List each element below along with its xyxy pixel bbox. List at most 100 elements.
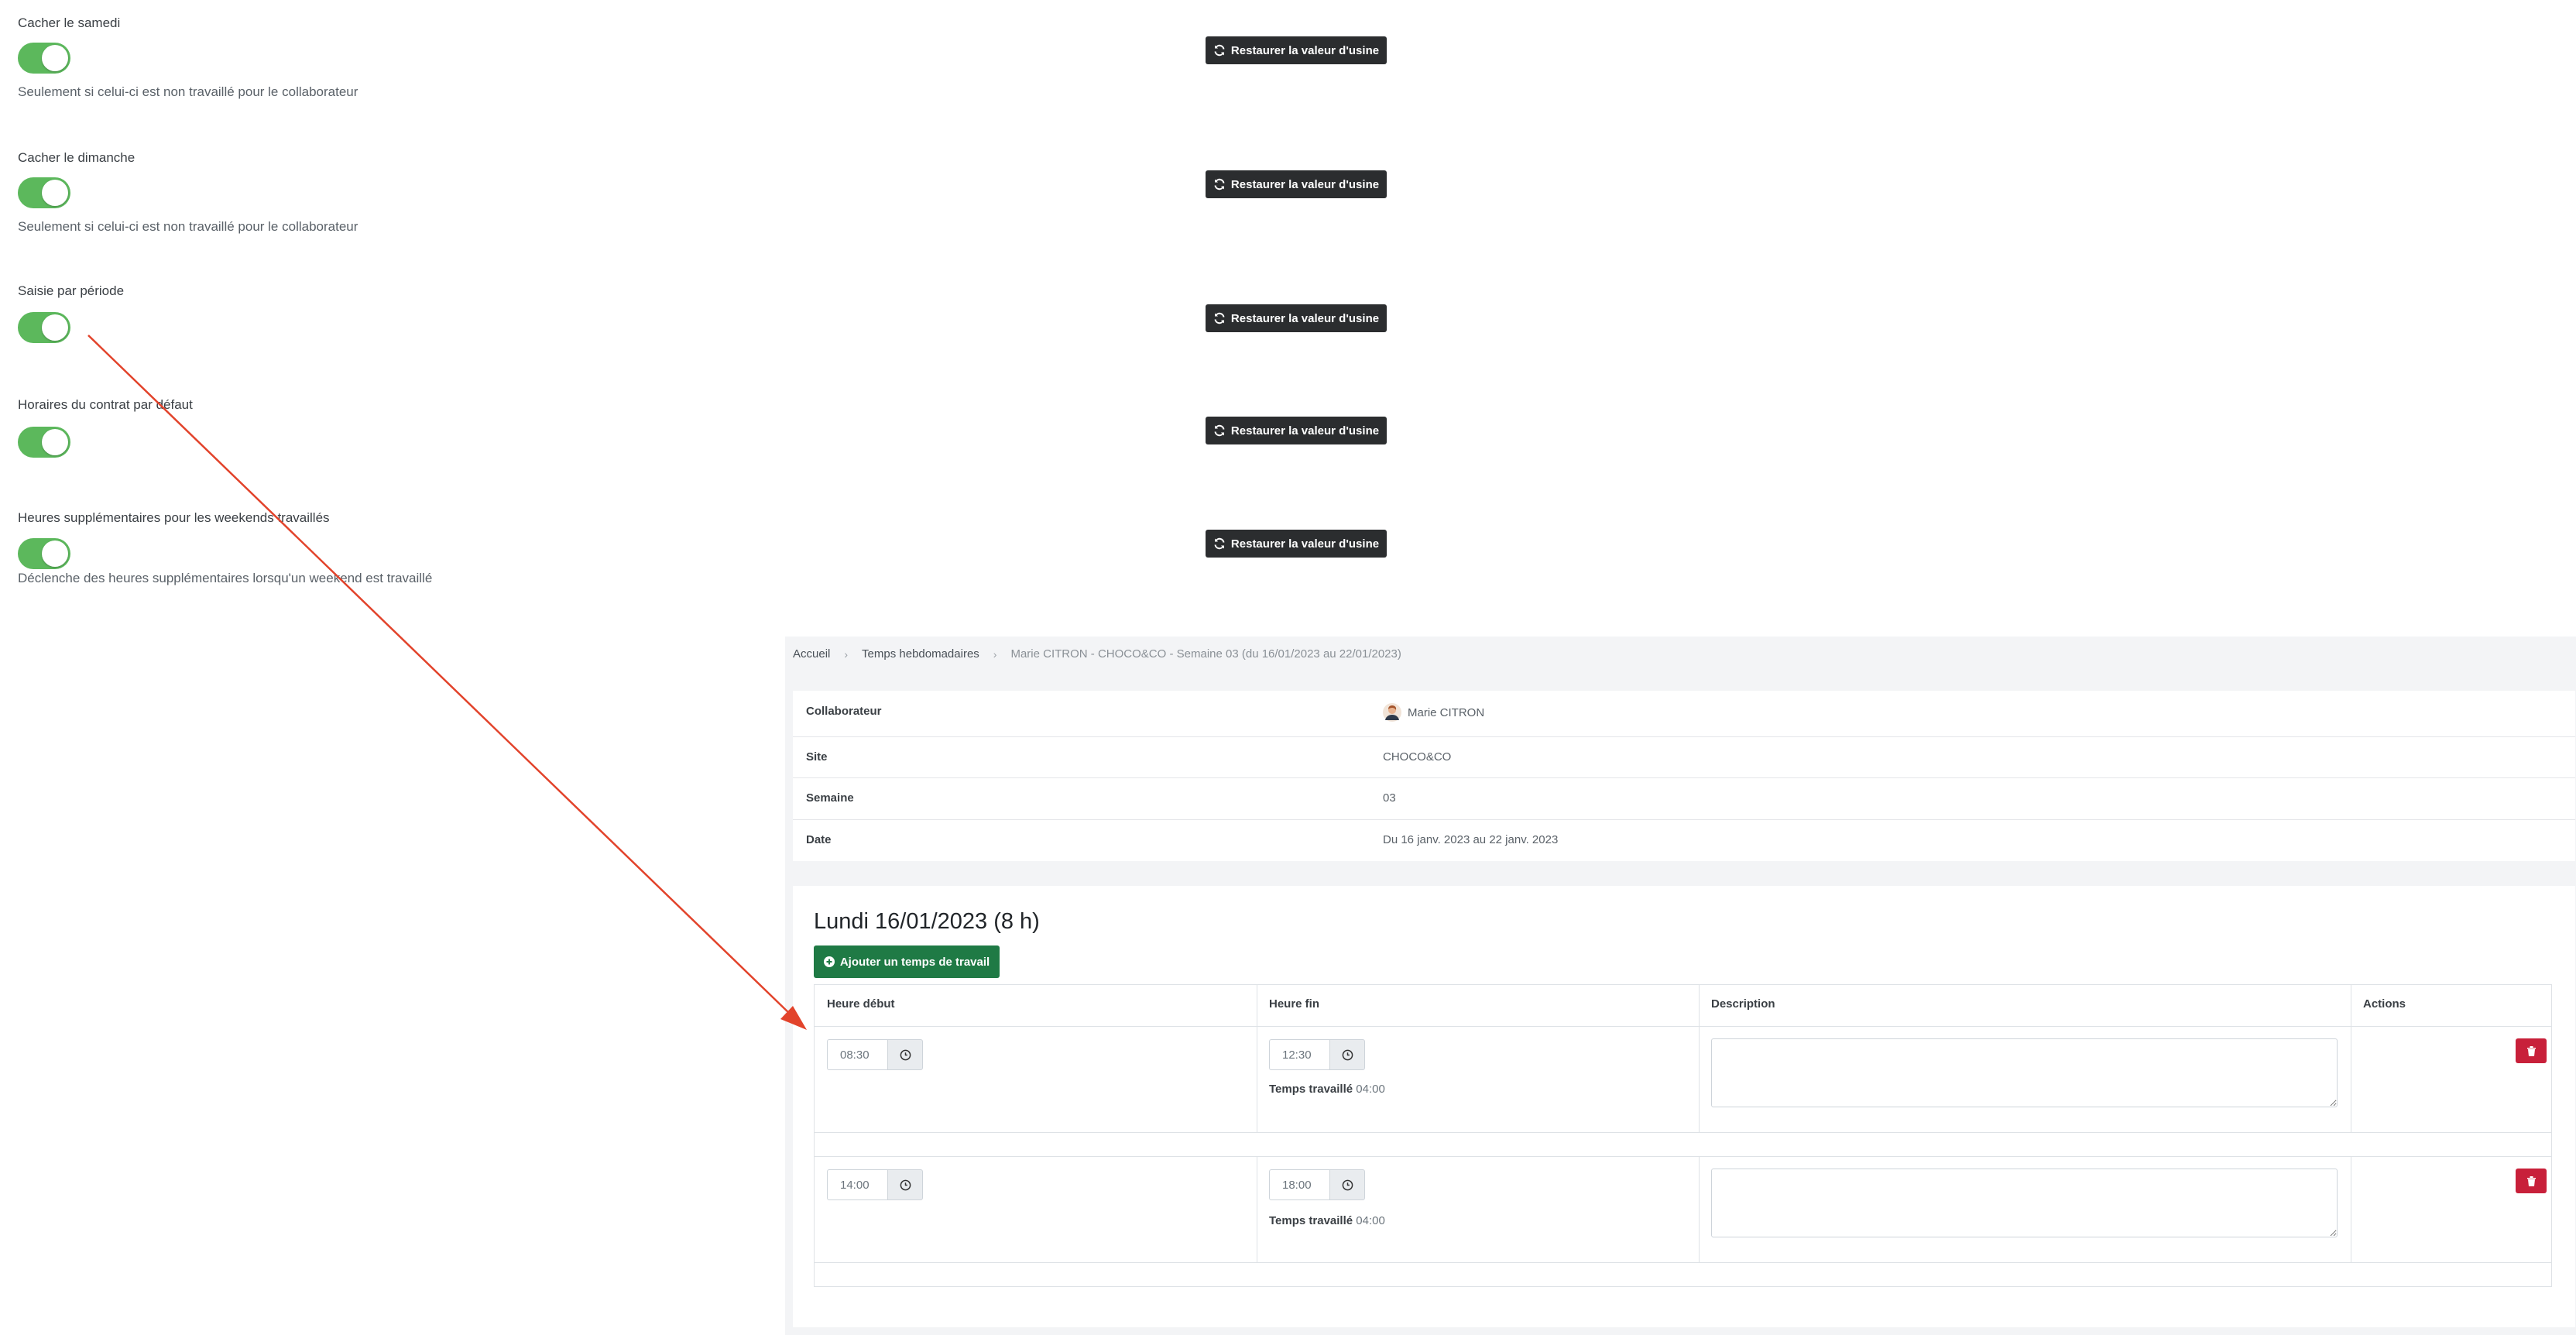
restore-label: Restaurer la valeur d'usine	[1230, 537, 1380, 551]
info-row-date: Date Du 16 janv. 2023 au 22 janv. 2023	[793, 819, 2575, 861]
plus-circle-icon	[823, 956, 835, 967]
column-description: Description	[1711, 997, 1775, 1011]
restore-default-button[interactable]: Restaurer la valeur d'usine	[1206, 530, 1387, 558]
refresh-icon	[1214, 44, 1225, 57]
description-textarea[interactable]	[1711, 1169, 2338, 1237]
restore-label: Restaurer la valeur d'usine	[1230, 43, 1380, 57]
setting-title: Saisie par période	[18, 283, 125, 298]
description-textarea[interactable]	[1711, 1038, 2338, 1107]
start-time-input[interactable]	[827, 1039, 887, 1070]
toggle-switch-on[interactable]	[18, 538, 70, 569]
add-work-time-button[interactable]: Ajouter un temps de travail	[814, 945, 1000, 978]
toggle-switch-on[interactable]	[18, 43, 70, 74]
setting-cacher-dimanche: Cacher le dimanche Seulement si celui-ci…	[18, 150, 358, 234]
worked-time-label: Temps travaillé	[1269, 1214, 1353, 1227]
toggle-knob	[42, 541, 68, 567]
day-title: Lundi 16/01/2023 (8 h)	[814, 909, 1040, 934]
refresh-icon	[1214, 537, 1225, 550]
worked-time-value: 04:00	[1356, 1214, 1385, 1227]
delete-button[interactable]	[2516, 1038, 2547, 1063]
start-time-group	[827, 1039, 923, 1070]
column-heure-fin: Heure fin	[1269, 997, 1320, 1011]
restore-label: Restaurer la valeur d'usine	[1230, 424, 1380, 438]
worked-time-value: 04:00	[1356, 1083, 1385, 1096]
setting-help: Seulement si celui-ci est non travaillé …	[18, 219, 358, 234]
toggle-switch-on[interactable]	[18, 427, 70, 458]
breadcrumb-separator-icon: ›	[844, 647, 849, 661]
setting-horaires-contrat: Horaires du contrat par défaut	[18, 397, 193, 458]
breadcrumb: Accueil › Temps hebdomadaires › Marie CI…	[793, 647, 1401, 661]
setting-title: Cacher le samedi	[18, 15, 121, 30]
info-value: Marie CITRON	[1383, 703, 1484, 722]
setting-help: Déclenche des heures supplémentaires lor…	[18, 571, 433, 585]
toggle-knob	[42, 429, 68, 455]
toggle-knob	[42, 45, 68, 71]
clock-icon[interactable]	[1329, 1169, 1365, 1200]
collaborateur-name: Marie CITRON	[1408, 705, 1485, 719]
setting-heures-sup-weekend: Heures supplémentaires pour les weekends…	[18, 510, 432, 585]
column-heure-debut: Heure début	[827, 997, 895, 1011]
restore-label: Restaurer la valeur d'usine	[1230, 177, 1380, 191]
restore-default-button[interactable]: Restaurer la valeur d'usine	[1206, 304, 1387, 332]
toggle-switch-on[interactable]	[18, 177, 70, 208]
start-time-group	[827, 1169, 923, 1200]
setting-title: Heures supplémentaires pour les weekends…	[18, 510, 330, 525]
info-row-site: Site CHOCO&CO	[793, 736, 2575, 778]
setting-title: Cacher le dimanche	[18, 150, 135, 165]
trash-icon	[2526, 1175, 2536, 1186]
info-label: Semaine	[806, 791, 854, 805]
start-time-input[interactable]	[827, 1169, 887, 1200]
toggle-knob	[42, 180, 68, 206]
toggle-switch-on[interactable]	[18, 312, 70, 343]
breadcrumb-section[interactable]: Temps hebdomadaires	[862, 647, 979, 661]
restore-default-button[interactable]: Restaurer la valeur d'usine	[1206, 170, 1387, 198]
column-divider	[1699, 985, 1700, 1026]
setting-help: Seulement si celui-ci est non travaillé …	[18, 84, 358, 99]
column-divider	[1699, 1027, 1700, 1132]
worked-time: Temps travaillé 04:00	[1269, 1083, 1385, 1096]
avatar	[1383, 703, 1401, 722]
end-time-group	[1269, 1169, 1365, 1200]
weekly-time-panel: Accueil › Temps hebdomadaires › Marie CI…	[785, 637, 2576, 1335]
day-card: Lundi 16/01/2023 (8 h) Ajouter un temps …	[793, 886, 2575, 1327]
info-row-collaborateur: Collaborateur Marie CITRON	[793, 691, 2575, 737]
end-time-input[interactable]	[1269, 1169, 1329, 1200]
info-value: CHOCO&CO	[1383, 750, 1452, 764]
breadcrumb-separator-icon: ›	[993, 647, 997, 661]
table-row: Temps travaillé 04:00	[814, 1156, 2552, 1263]
table-row: Temps travaillé 04:00	[814, 1026, 2552, 1133]
info-row-semaine: Semaine 03	[793, 777, 2575, 820]
column-divider	[1699, 1157, 1700, 1262]
clock-icon[interactable]	[1329, 1039, 1365, 1070]
trash-icon	[2526, 1045, 2536, 1056]
info-label: Collaborateur	[806, 705, 882, 718]
delete-button[interactable]	[2516, 1169, 2547, 1193]
breadcrumb-current: Marie CITRON - CHOCO&CO - Semaine 03 (du…	[1010, 647, 1401, 661]
setting-saisie-periode: Saisie par période	[18, 283, 125, 343]
refresh-icon	[1214, 424, 1225, 437]
add-work-time-label: Ajouter un temps de travail	[839, 955, 990, 969]
restore-default-button[interactable]: Restaurer la valeur d'usine	[1206, 36, 1387, 64]
clock-icon[interactable]	[887, 1169, 923, 1200]
column-actions: Actions	[2363, 997, 2406, 1011]
info-card: Collaborateur Marie CITRON Site CHOCO&CO…	[793, 691, 2575, 861]
end-time-group	[1269, 1039, 1365, 1070]
restore-default-button[interactable]: Restaurer la valeur d'usine	[1206, 417, 1387, 444]
worked-time: Temps travaillé 04:00	[1269, 1214, 1385, 1227]
table-header: Heure début Heure fin Description Action…	[814, 984, 2552, 1027]
toggle-knob	[42, 314, 68, 341]
restore-label: Restaurer la valeur d'usine	[1230, 311, 1380, 325]
refresh-icon	[1214, 178, 1225, 190]
info-value: Du 16 janv. 2023 au 22 janv. 2023	[1383, 833, 1559, 846]
breadcrumb-home[interactable]: Accueil	[793, 647, 830, 661]
end-time-input[interactable]	[1269, 1039, 1329, 1070]
setting-cacher-samedi: Cacher le samedi Seulement si celui-ci e…	[18, 15, 358, 99]
table-spacer-row	[814, 1262, 2552, 1287]
info-value: 03	[1383, 791, 1396, 805]
refresh-icon	[1214, 312, 1225, 324]
clock-icon[interactable]	[887, 1039, 923, 1070]
setting-title: Horaires du contrat par défaut	[18, 397, 193, 412]
table-spacer-row	[814, 1132, 2552, 1157]
worked-time-label: Temps travaillé	[1269, 1083, 1353, 1096]
info-label: Date	[806, 833, 832, 846]
